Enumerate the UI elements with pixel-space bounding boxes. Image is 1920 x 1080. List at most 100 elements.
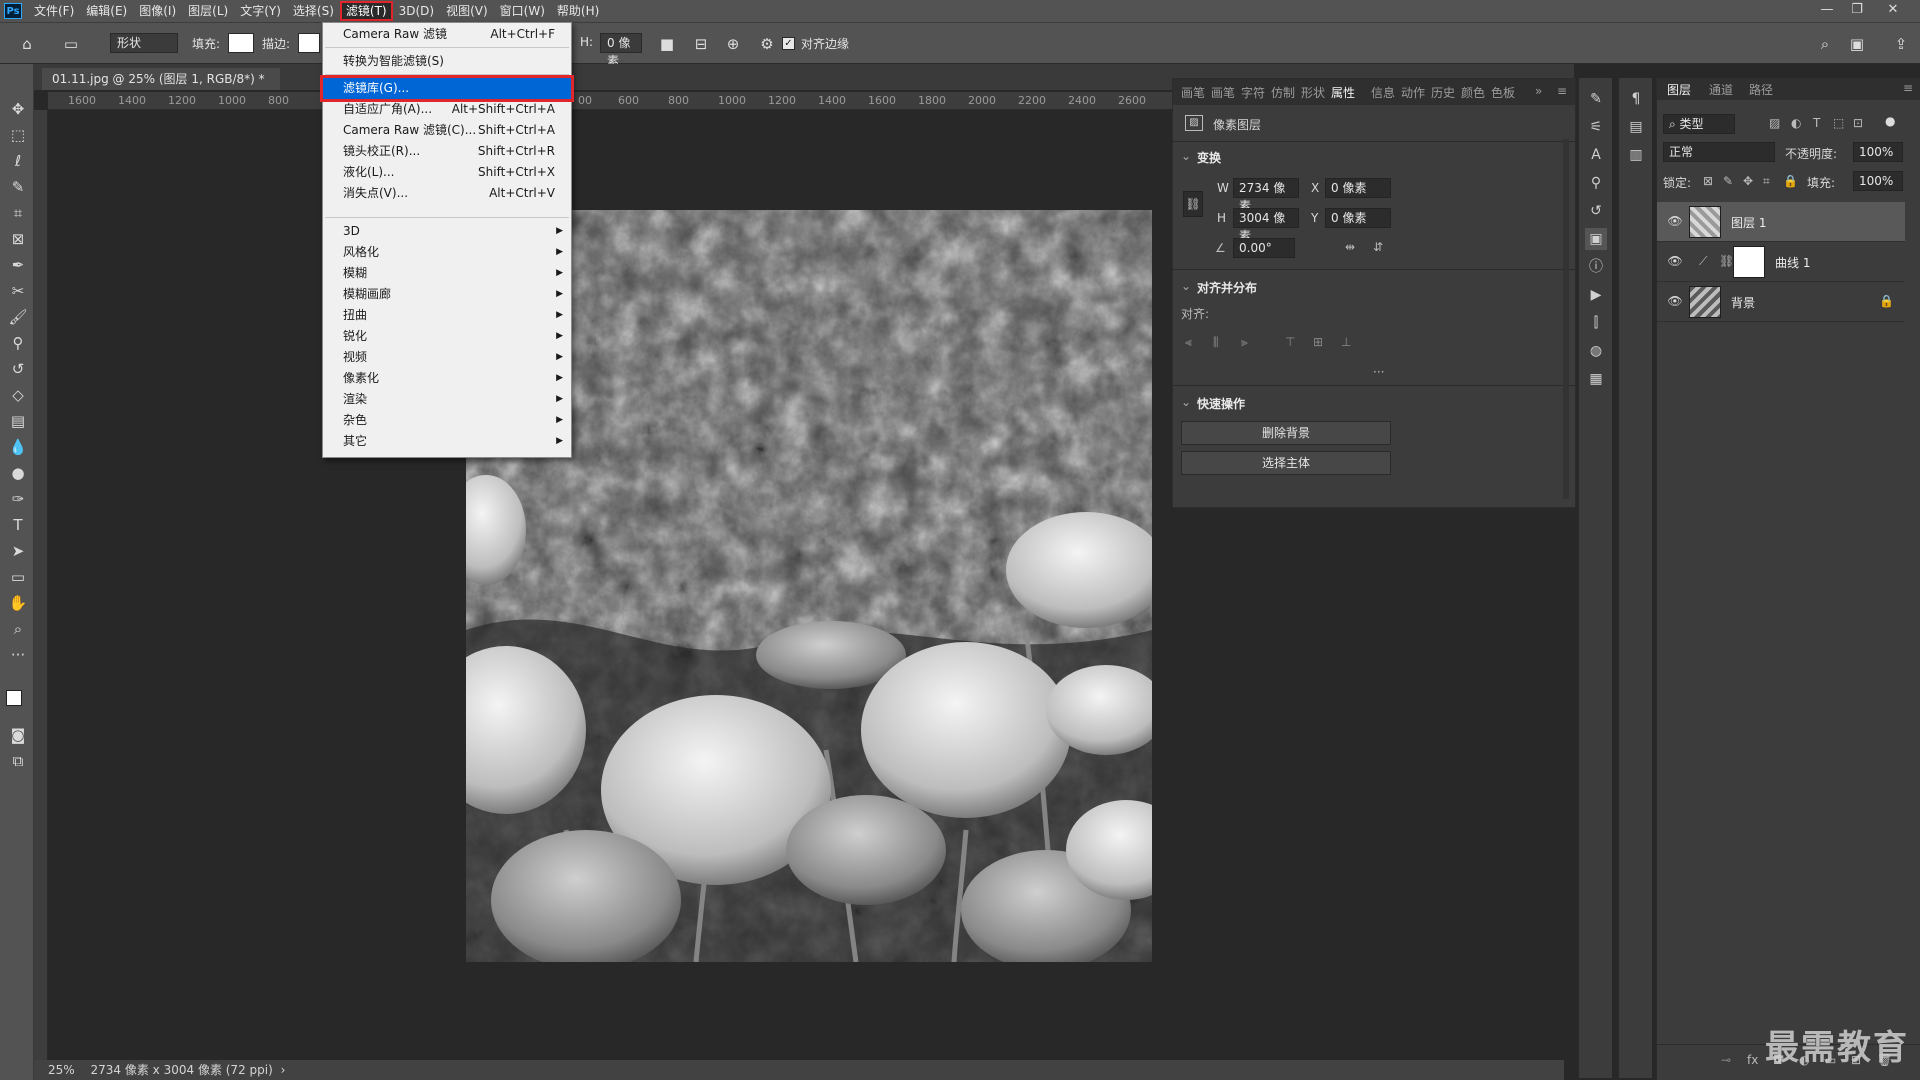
- gear-icon[interactable]: ⚙: [756, 33, 778, 55]
- quick-mask-icon[interactable]: ◙: [7, 724, 29, 746]
- lock-all-icon[interactable]: 🔒: [1783, 174, 1798, 188]
- menu-item-camera-raw-filter-c[interactable]: Camera Raw 滤镜(C)... Shift+Ctrl+A: [323, 120, 571, 141]
- foreground-color-swatch[interactable]: [6, 690, 22, 706]
- layer-row[interactable]: 👁 图层 1: [1657, 202, 1905, 242]
- submenu-blur-gallery[interactable]: 模糊画廊 ▶: [323, 284, 571, 305]
- blend-mode-select[interactable]: 正常: [1663, 142, 1775, 162]
- home-icon[interactable]: ⌂: [16, 33, 38, 55]
- link-dimensions-icon[interactable]: ⛓: [1183, 191, 1203, 217]
- clone-source-panel-icon[interactable]: ⚲: [1585, 172, 1607, 194]
- height-input[interactable]: 0 像素: [600, 33, 642, 68]
- collapse-align-icon[interactable]: ⌄: [1181, 279, 1191, 293]
- stroke-swatch[interactable]: [298, 33, 320, 53]
- marquee-tool-icon[interactable]: ⬚: [7, 124, 29, 146]
- filter-toggle-icon[interactable]: ●: [1885, 114, 1895, 128]
- filter-shape-icon[interactable]: ⬚: [1833, 116, 1844, 130]
- tab-color[interactable]: 颜色: [1461, 84, 1485, 101]
- layer-row[interactable]: 👁 ⟋ ⛓ 曲线 1: [1657, 242, 1905, 282]
- submenu-stylize[interactable]: 风格化 ▶: [323, 242, 571, 263]
- character-panel-icon[interactable]: A: [1585, 144, 1607, 166]
- tab-clone-source[interactable]: 仿制: [1271, 84, 1295, 101]
- zoom-level[interactable]: 25%: [48, 1063, 75, 1077]
- libraries-panel-icon[interactable]: ▤: [1625, 116, 1647, 138]
- menu-select[interactable]: 选择(S): [287, 1, 340, 21]
- layers-menu-icon[interactable]: ≡: [1903, 81, 1913, 95]
- path-alignment-icon[interactable]: ⊟: [690, 33, 712, 55]
- menu-item-lens-correction[interactable]: 镜头校正(R)... Shift+Ctrl+R: [323, 141, 571, 162]
- height-input[interactable]: 3004 像素: [1233, 208, 1299, 243]
- lock-transparent-icon[interactable]: ⊠: [1703, 174, 1713, 188]
- submenu-video[interactable]: 视频 ▶: [323, 347, 571, 368]
- tab-layers[interactable]: 图层: [1667, 81, 1691, 98]
- menu-edit[interactable]: 编辑(E): [80, 1, 133, 21]
- tab-shapes[interactable]: 形状: [1301, 84, 1325, 101]
- menu-type[interactable]: 文字(Y): [234, 1, 287, 21]
- pen-tool-icon[interactable]: ✑: [7, 488, 29, 510]
- more-options-icon[interactable]: ···: [1373, 365, 1384, 379]
- photoshop-logo-icon[interactable]: Ps: [4, 3, 22, 19]
- menu-window[interactable]: 窗口(W): [494, 1, 551, 21]
- fx-icon[interactable]: fx: [1747, 1053, 1758, 1067]
- menu-item-adaptive-wide-angle[interactable]: 自适应广角(A)... Alt+Shift+Ctrl+A: [323, 99, 571, 120]
- menu-help[interactable]: 帮助(H): [551, 1, 605, 21]
- swatches-panel-icon[interactable]: ▦: [1585, 368, 1607, 390]
- menu-item-filter-gallery[interactable]: 滤镜库(G)...: [320, 75, 574, 102]
- quick-select-tool-icon[interactable]: ✎: [7, 176, 29, 198]
- blur-tool-icon[interactable]: 💧: [7, 436, 29, 458]
- tab-properties[interactable]: 属性: [1331, 84, 1355, 101]
- menu-3d[interactable]: 3D(D): [393, 1, 440, 21]
- align-bottom-icon[interactable]: ⊥: [1341, 335, 1351, 349]
- paths-panel-icon[interactable]: ⫿: [1585, 312, 1607, 334]
- visibility-eye-icon[interactable]: 👁: [1667, 254, 1683, 270]
- align-top-icon[interactable]: ⊤: [1285, 335, 1295, 349]
- menu-view[interactable]: 视图(V): [440, 1, 494, 21]
- frame-tool-icon[interactable]: ⊠: [7, 228, 29, 250]
- collapse-transform-icon[interactable]: ⌄: [1181, 149, 1191, 163]
- shape-mode-select[interactable]: 形状: [110, 33, 178, 53]
- share-icon[interactable]: ⇪: [1890, 33, 1912, 55]
- tab-brush-settings[interactable]: 画笔: [1211, 84, 1235, 101]
- menu-image[interactable]: 图像(I): [133, 1, 182, 21]
- zoom-tool-icon[interactable]: ⌕: [7, 618, 29, 640]
- filter-pixel-icon[interactable]: ▨: [1769, 116, 1780, 130]
- close-window-button[interactable]: ✕: [1878, 0, 1908, 20]
- menu-item-liquify[interactable]: 液化(L)... Shift+Ctrl+X: [323, 162, 571, 183]
- tab-info[interactable]: 信息: [1371, 84, 1395, 101]
- y-position-input[interactable]: 0 像素: [1325, 208, 1391, 228]
- brush-tool-icon[interactable]: 🖌: [7, 306, 29, 328]
- menu-item-vanishing-point[interactable]: 消失点(V)... Alt+Ctrl+V: [323, 183, 571, 204]
- properties-scrollbar[interactable]: [1563, 139, 1569, 499]
- brush-panel-icon[interactable]: ✎: [1585, 88, 1607, 110]
- layer-mask-thumbnail[interactable]: [1733, 246, 1765, 278]
- align-edges-checkbox[interactable]: ✓: [782, 37, 795, 50]
- shape-tool-preset-icon[interactable]: ▭: [60, 33, 82, 55]
- lock-position-icon[interactable]: ✥: [1743, 174, 1753, 188]
- tab-swatches[interactable]: 色板: [1491, 84, 1515, 101]
- flip-horizontal-icon[interactable]: ⇹: [1345, 240, 1355, 254]
- info-panel-icon[interactable]: ⓘ: [1585, 256, 1607, 278]
- rectangle-tool-icon[interactable]: ▭: [7, 566, 29, 588]
- align-left-icon[interactable]: ⫷: [1185, 335, 1192, 350]
- submenu-noise[interactable]: 杂色 ▶: [323, 410, 571, 431]
- crop-tool-icon[interactable]: ⌗: [7, 202, 29, 224]
- flip-vertical-icon[interactable]: ⇵: [1373, 240, 1383, 254]
- gradient-tool-icon[interactable]: ▤: [7, 410, 29, 432]
- clone-stamp-tool-icon[interactable]: ⚲: [7, 332, 29, 354]
- paragraph-panel-icon[interactable]: ¶: [1625, 88, 1647, 110]
- mask-link-icon[interactable]: ⛓: [1719, 254, 1734, 268]
- tab-brush[interactable]: 画笔: [1181, 84, 1205, 101]
- menu-file[interactable]: 文件(F): [28, 1, 80, 21]
- menu-item-convert-smart-filters[interactable]: 转换为智能滤镜(S): [323, 51, 571, 72]
- eraser-tool-icon[interactable]: ◇: [7, 384, 29, 406]
- workspace-icon[interactable]: ▣: [1846, 33, 1868, 55]
- fill-input[interactable]: 100%: [1853, 171, 1903, 191]
- actions-panel-icon[interactable]: ▶: [1585, 284, 1607, 306]
- menu-item-camera-raw-filter[interactable]: Camera Raw 滤镜 Alt+Ctrl+F: [323, 24, 571, 45]
- collapse-quick-actions-icon[interactable]: ⌄: [1181, 395, 1191, 409]
- submenu-distort[interactable]: 扭曲 ▶: [323, 305, 571, 326]
- properties-panel-icon[interactable]: ▣: [1585, 228, 1607, 250]
- submenu-render[interactable]: 渲染 ▶: [323, 389, 571, 410]
- angle-input[interactable]: 0.00°: [1233, 238, 1295, 258]
- search-icon[interactable]: ⌕: [1814, 33, 1836, 55]
- screen-mode-icon[interactable]: ⧉: [7, 750, 29, 772]
